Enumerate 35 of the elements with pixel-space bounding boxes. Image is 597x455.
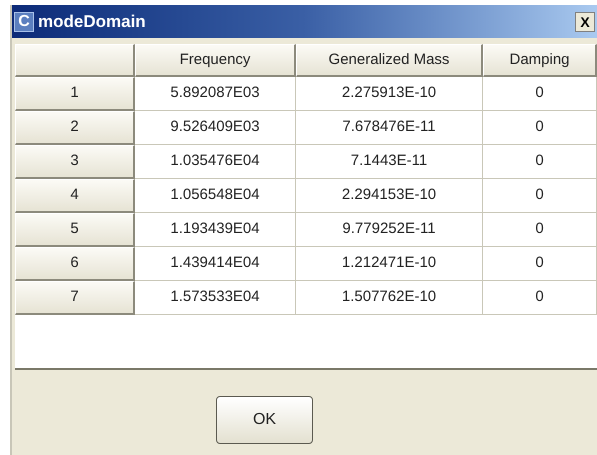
row-header[interactable]: 6	[15, 247, 135, 281]
table-cell: 7.1443E-11	[296, 145, 483, 179]
table-cell: 2.275913E-10	[296, 77, 483, 111]
app-logo: C	[14, 12, 34, 32]
table-cell: 1.573533E04	[135, 281, 296, 315]
row-header[interactable]: 3	[15, 145, 135, 179]
column-header[interactable]: Generalized Mass	[296, 44, 483, 77]
ok-button[interactable]: OK	[216, 396, 313, 444]
table-cell: 0	[483, 247, 597, 281]
table-cell: 5.892087E03	[135, 77, 296, 111]
table-cell: 1.035476E04	[135, 145, 296, 179]
table-cell: 0	[483, 111, 597, 145]
column-header[interactable]: Frequency	[135, 44, 296, 77]
window-title: modeDomain	[38, 10, 146, 33]
table-cell: 9.526409E03	[135, 111, 296, 145]
close-button[interactable]: X	[575, 12, 595, 32]
table-cell: 1.056548E04	[135, 179, 296, 213]
table-cell: 7.678476E-11	[296, 111, 483, 145]
table-cell: 9.779252E-11	[296, 213, 483, 247]
table-cell: 0	[483, 179, 597, 213]
table-cell: 1.212471E-10	[296, 247, 483, 281]
row-header[interactable]: 2	[15, 111, 135, 145]
table-cell: 2.294153E-10	[296, 179, 483, 213]
table-cell: 0	[483, 145, 597, 179]
row-header[interactable]: 1	[15, 77, 135, 111]
table-cell: 1.439414E04	[135, 247, 296, 281]
table-cell: 0	[483, 281, 597, 315]
table-cell: 0	[483, 77, 597, 111]
column-header[interactable]: Damping	[483, 44, 597, 77]
table-cell: 0	[483, 213, 597, 247]
row-header[interactable]: 5	[15, 213, 135, 247]
table-cell: 1.507762E-10	[296, 281, 483, 315]
row-header[interactable]: 4	[15, 179, 135, 213]
row-header[interactable]: 7	[15, 281, 135, 315]
table-cell: 1.193439E04	[135, 213, 296, 247]
